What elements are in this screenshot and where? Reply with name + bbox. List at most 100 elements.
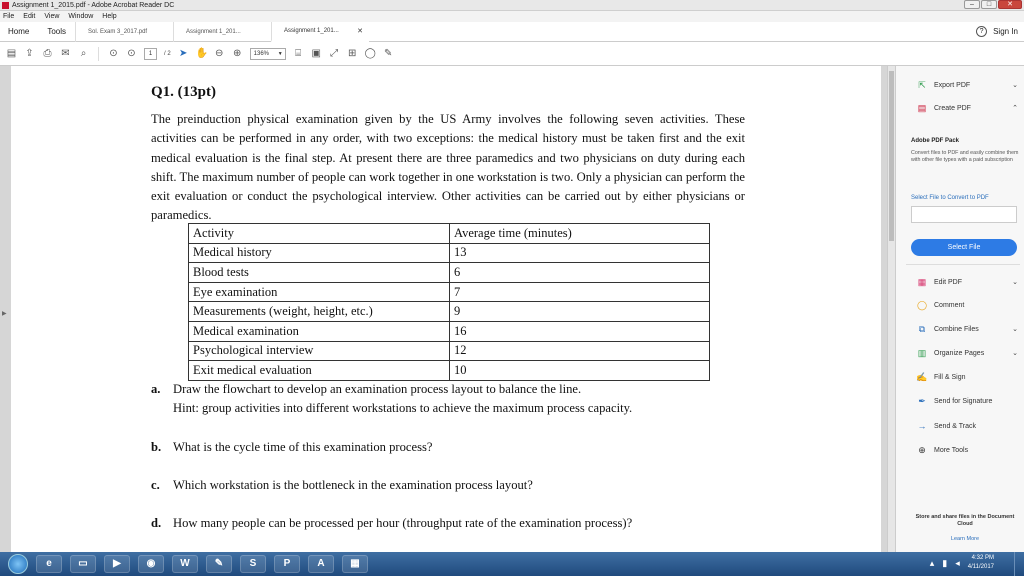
maximize-button[interactable]: □ bbox=[981, 0, 997, 9]
create-icon[interactable]: ▤ bbox=[6, 48, 17, 59]
pen-icon[interactable]: ✎ bbox=[383, 48, 394, 59]
export-pdf-item[interactable]: ⇱ Export PDF ⌄ bbox=[916, 80, 1018, 90]
menu-help[interactable]: Help bbox=[102, 13, 116, 20]
tool-item-fill-sign[interactable]: ✍ Fill & Sign bbox=[916, 372, 1018, 382]
create-pdf-icon: ▤ bbox=[917, 103, 927, 113]
hand-tool-icon[interactable]: ✋ bbox=[196, 48, 208, 59]
comment-icon[interactable]: ◯ bbox=[365, 48, 376, 59]
chevron-down-icon[interactable]: ⌄ bbox=[1012, 325, 1018, 333]
tool-item-send-for-signature[interactable]: ✒ Send for Signature bbox=[916, 396, 1018, 406]
document-cloud-promo: Store and share files in the Document Cl… bbox=[915, 514, 1015, 527]
internet-explorer-icon[interactable]: e bbox=[36, 555, 62, 573]
full-screen-icon[interactable]: ⤢ bbox=[329, 48, 340, 59]
create-pdf-item[interactable]: ▤ Create PDF ⌃ bbox=[916, 103, 1018, 113]
tool-item-edit-pdf[interactable]: ▦ Edit PDF ⌄ bbox=[916, 277, 1018, 287]
question-d: d. How many people can be processed per h… bbox=[151, 514, 632, 533]
close-window-button[interactable]: ✕ bbox=[998, 0, 1022, 9]
table-cell: 6 bbox=[449, 262, 710, 283]
select-file-button[interactable]: Select File bbox=[911, 239, 1017, 256]
chevron-down-icon[interactable]: ⌄ bbox=[1012, 81, 1018, 89]
scrolling-mode-icon[interactable]: ▣ bbox=[311, 48, 322, 59]
document-viewport[interactable]: ▶ Q1. (13pt) The preinduction physical e… bbox=[0, 66, 895, 552]
chevron-up-icon[interactable]: ⌃ bbox=[1012, 104, 1018, 112]
menu-edit[interactable]: Edit bbox=[23, 13, 35, 20]
minimize-button[interactable]: – bbox=[964, 0, 980, 9]
tab-label: Assignment 1_201... bbox=[186, 28, 241, 35]
network-icon[interactable]: ▮ bbox=[942, 558, 947, 569]
tool-item-comment[interactable]: ◯ Comment bbox=[916, 300, 1018, 310]
close-tab-icon[interactable]: ✕ bbox=[357, 27, 363, 35]
chevron-down-icon[interactable]: ⌄ bbox=[1012, 349, 1018, 357]
table-cell: 10 bbox=[449, 360, 710, 381]
previous-page-icon[interactable]: ⊙ bbox=[108, 48, 119, 59]
file-explorer-icon[interactable]: ▭ bbox=[70, 555, 96, 573]
clock[interactable]: 4:32 PM 4/11/2017 bbox=[968, 554, 994, 572]
search-icon[interactable]: ⌕ bbox=[78, 48, 89, 59]
panel-divider bbox=[906, 264, 1020, 265]
print-icon[interactable]: ⎙ bbox=[42, 48, 53, 59]
table-row: Psychological interview 12 bbox=[188, 340, 710, 362]
tab-document[interactable]: Sol. Exam 3_2017.pdf bbox=[75, 21, 173, 42]
tool-item-more-tools[interactable]: ⊕ More Tools bbox=[916, 445, 1018, 455]
chevron-down-icon[interactable]: ⌄ bbox=[1012, 278, 1018, 286]
send-for-signature-icon: ✒ bbox=[918, 396, 926, 406]
skype-icon[interactable]: S bbox=[240, 555, 266, 573]
fit-page-icon[interactable]: ⌸ bbox=[293, 48, 304, 59]
menu-window[interactable]: Window bbox=[68, 13, 93, 20]
learn-more-link[interactable]: Learn More bbox=[911, 536, 1019, 542]
tab-tools[interactable]: Tools bbox=[38, 27, 75, 36]
start-button[interactable] bbox=[8, 554, 28, 574]
tab-document-active[interactable]: Assignment 1_201... ✕ bbox=[271, 21, 370, 42]
sign-in-link[interactable]: Sign In bbox=[993, 27, 1018, 36]
tab-home[interactable]: Home bbox=[0, 27, 38, 36]
tool-label: Send & Track bbox=[934, 422, 977, 430]
paint-icon[interactable]: ✎ bbox=[206, 555, 232, 573]
zoom-select[interactable]: 136% ▼ bbox=[249, 47, 286, 60]
tab-document[interactable]: Assignment 1_201... bbox=[173, 21, 271, 42]
read-mode-icon[interactable]: ⊞ bbox=[347, 48, 358, 59]
tool-item-send-track[interactable]: → Send & Track bbox=[916, 421, 1018, 431]
expand-left-panel-icon[interactable]: ▶ bbox=[2, 310, 7, 317]
document-scrollbar[interactable] bbox=[887, 66, 895, 552]
zoom-out-icon[interactable]: ⊖ bbox=[214, 48, 225, 59]
pdf-pack-promo: Adobe PDF Pack Convert files to PDF and … bbox=[911, 138, 1019, 164]
table-header-row: Activity Average time (minutes) bbox=[188, 223, 710, 244]
media-player-icon[interactable]: ▶ bbox=[104, 555, 130, 573]
tray-arrow-icon[interactable]: ▴ bbox=[930, 558, 935, 569]
table-cell: Eye examination bbox=[188, 281, 450, 303]
menu-file[interactable]: File bbox=[3, 13, 14, 20]
question-label: a. bbox=[151, 382, 161, 396]
email-icon[interactable]: ✉ bbox=[60, 48, 71, 59]
export-pdf-label: Export PDF bbox=[934, 81, 971, 89]
table-header-cell: Average time (minutes) bbox=[449, 223, 710, 244]
chrome-icon[interactable]: ◉ bbox=[138, 555, 164, 573]
calculator-icon[interactable]: ▦ bbox=[342, 555, 368, 573]
tool-item-combine-files[interactable]: ⧉ Combine Files ⌄ bbox=[916, 324, 1018, 334]
clock-time: 4:32 PM bbox=[971, 555, 994, 561]
question-paragraph: The preinduction physical examination gi… bbox=[151, 112, 745, 223]
acrobat-icon bbox=[2, 1, 9, 9]
volume-icon[interactable]: ◂ bbox=[955, 558, 960, 569]
toolbar: ▤ ⇪ ⎙ ✉ ⌕ ⊙ ⊙ 1 / 2 ➤ ✋ ⊖ ⊕ 136% ▼ ⌸ ▣ ⤢ … bbox=[0, 42, 1024, 66]
page-number-input[interactable]: 1 bbox=[144, 47, 157, 60]
powerpoint-icon[interactable]: P bbox=[274, 555, 300, 573]
system-tray: ▴ ▮ ◂ 4:32 PM 4/11/2017 bbox=[930, 554, 994, 572]
tool-label: Edit PDF bbox=[934, 278, 963, 286]
menu-view[interactable]: View bbox=[44, 13, 59, 20]
select-cursor-icon[interactable]: ➤ bbox=[178, 48, 189, 59]
select-file-link[interactable]: Select File to Convert to PDF bbox=[911, 195, 989, 201]
file-drop-field[interactable] bbox=[911, 206, 1017, 223]
scrollbar-thumb[interactable] bbox=[889, 71, 894, 241]
question-label: c. bbox=[151, 478, 160, 492]
zoom-in-icon[interactable]: ⊕ bbox=[232, 48, 243, 59]
tool-item-organize-pages[interactable]: ▥ Organize Pages ⌄ bbox=[916, 348, 1018, 358]
tool-label: Combine Files bbox=[934, 325, 979, 333]
help-icon[interactable]: ? bbox=[976, 26, 988, 37]
upload-icon[interactable]: ⇪ bbox=[24, 48, 35, 59]
table-cell: Psychological interview bbox=[188, 340, 450, 362]
acrobat-reader-icon[interactable]: A bbox=[308, 555, 334, 573]
next-page-icon[interactable]: ⊙ bbox=[126, 48, 137, 59]
show-desktop-button[interactable] bbox=[1014, 552, 1024, 576]
word-icon[interactable]: W bbox=[172, 555, 198, 573]
table-cell: Medical history bbox=[188, 242, 450, 264]
